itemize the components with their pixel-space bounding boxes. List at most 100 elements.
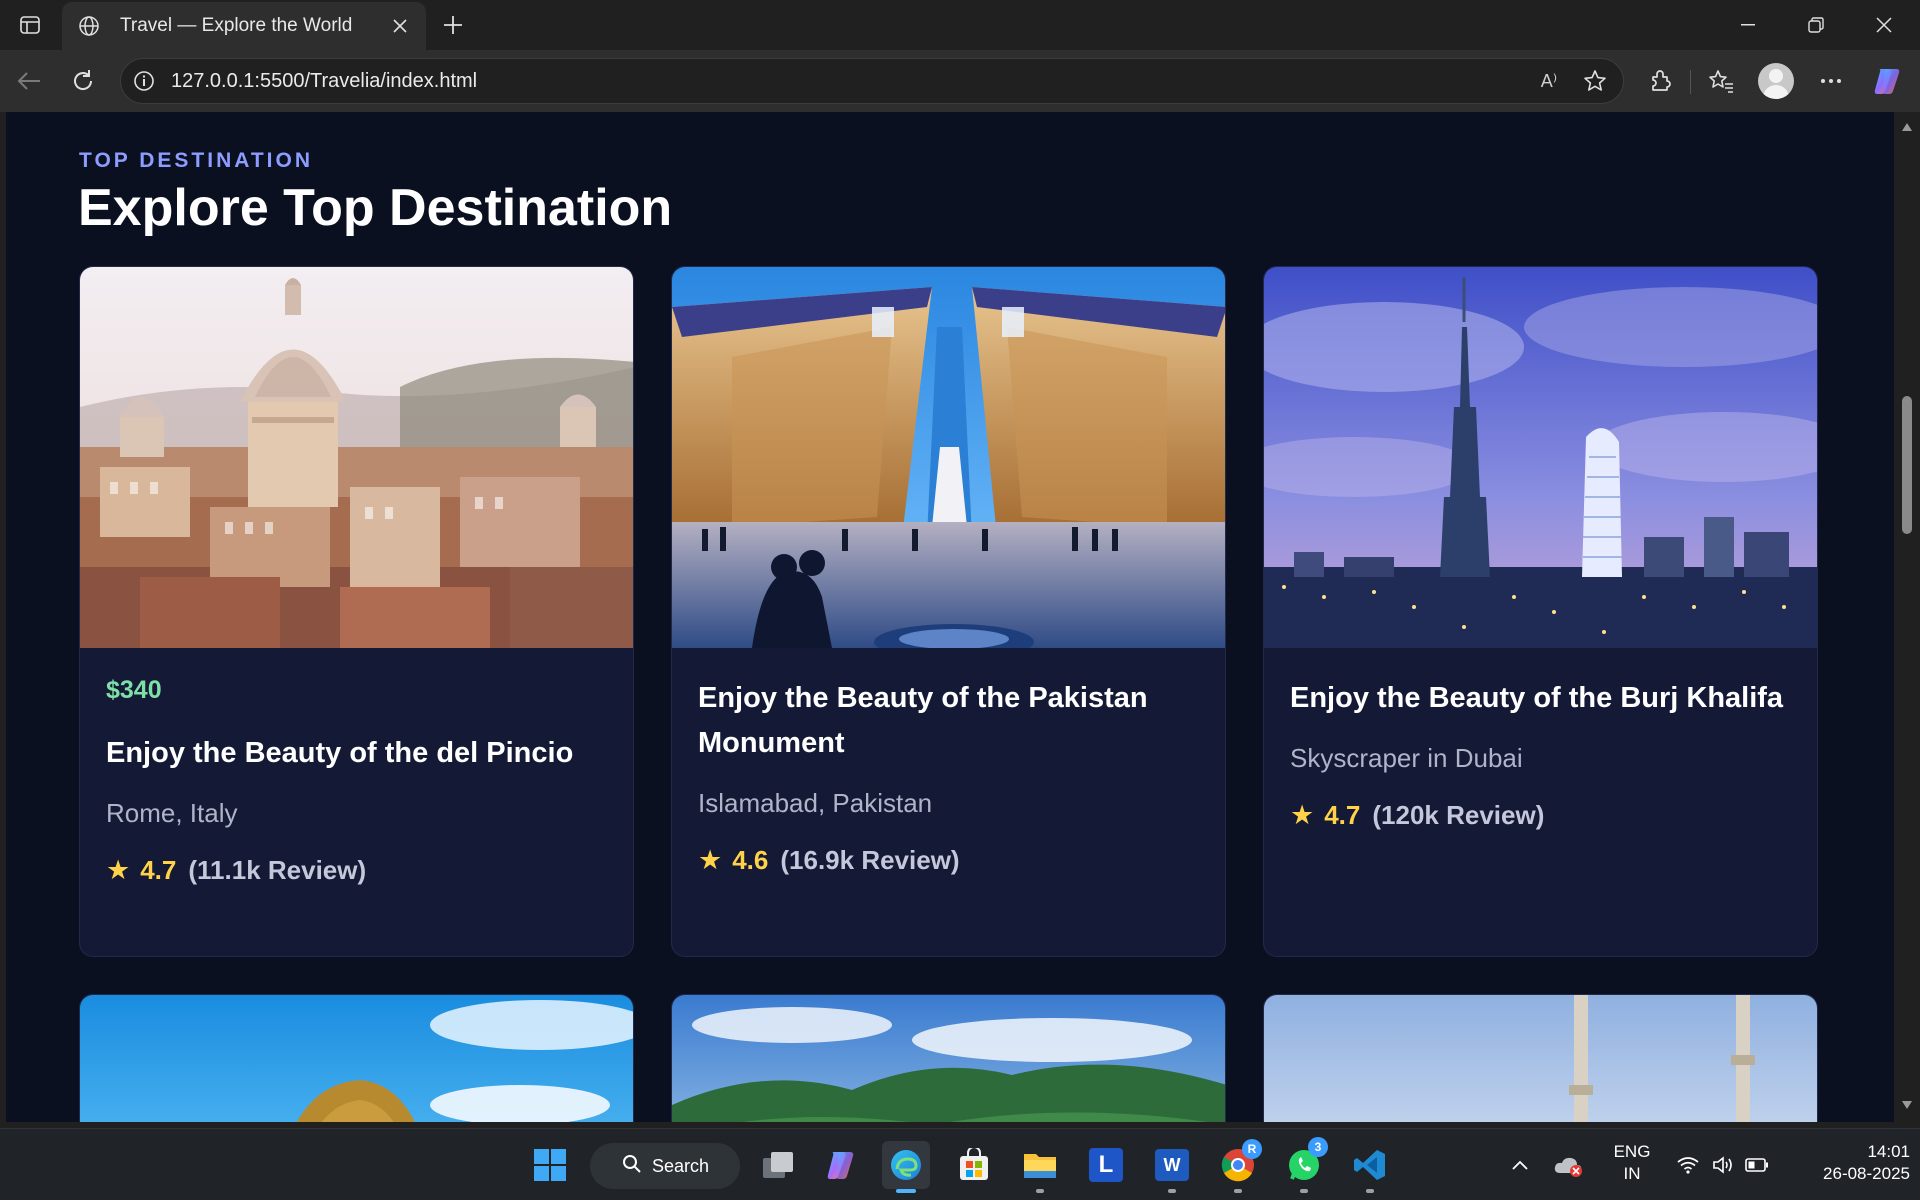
star-icon: ★ bbox=[106, 855, 131, 885]
active-indicator bbox=[896, 1189, 916, 1193]
scroll-down-icon[interactable] bbox=[1900, 1098, 1914, 1112]
windows-taskbar: Search L W R 3 ENG IN 14:01 26-08-2025 bbox=[0, 1128, 1920, 1200]
avatar-head bbox=[1769, 69, 1783, 83]
task-view-icon[interactable] bbox=[754, 1141, 802, 1189]
card-location: Rome, Italy bbox=[106, 798, 238, 828]
restore-icon[interactable] bbox=[1782, 0, 1850, 50]
rating-score: 4.7 bbox=[1324, 800, 1361, 830]
onedrive-error-icon[interactable] bbox=[1548, 1141, 1588, 1189]
section-title: Explore Top Destination bbox=[78, 179, 673, 237]
taskbar-search[interactable]: Search bbox=[590, 1143, 740, 1189]
launcher-app-letter: L bbox=[1089, 1148, 1123, 1182]
rating-score: 4.6 bbox=[732, 845, 769, 875]
rating-reviews: (16.9k Review) bbox=[780, 845, 960, 875]
card-location: Islamabad, Pakistan bbox=[698, 788, 933, 818]
whatsapp-icon[interactable]: 3 bbox=[1280, 1137, 1328, 1193]
wifi-icon[interactable] bbox=[1670, 1141, 1706, 1189]
scroll-thumb[interactable] bbox=[1902, 396, 1912, 534]
url-text[interactable]: 127.0.0.1:5500/Travelia/index.html bbox=[171, 70, 1533, 93]
card-rating: ★ 4.7 (120k Review) bbox=[1290, 800, 1791, 831]
profile-avatar[interactable] bbox=[1758, 63, 1794, 99]
search-label: Search bbox=[652, 1155, 710, 1176]
favorite-star-icon[interactable] bbox=[1579, 65, 1611, 97]
volume-icon[interactable] bbox=[1706, 1141, 1740, 1189]
vscode-icon[interactable] bbox=[1346, 1141, 1394, 1193]
windows-start-icon[interactable] bbox=[526, 1141, 574, 1189]
card-body: Enjoy the Beauty of the Pakistan Monumen… bbox=[672, 648, 1225, 876]
site-info-icon[interactable] bbox=[131, 68, 157, 94]
running-indicator bbox=[1366, 1189, 1374, 1193]
refresh-icon[interactable] bbox=[66, 64, 100, 98]
page-viewport: TOP DESTINATION Explore Top Destination bbox=[6, 112, 1894, 1122]
launcher-app-icon[interactable]: L bbox=[1082, 1141, 1130, 1189]
word-icon[interactable]: W bbox=[1148, 1141, 1196, 1193]
sky-dome-image bbox=[80, 995, 633, 1122]
address-bar[interactable]: 127.0.0.1:5500/Travelia/index.html A⁾ bbox=[120, 58, 1624, 104]
pakistan-monument-image bbox=[672, 267, 1225, 648]
sidebar-toggle-icon[interactable] bbox=[16, 12, 44, 38]
running-indicator bbox=[1300, 1189, 1308, 1193]
browser-toolbar: 127.0.0.1:5500/Travelia/index.html A⁾ bbox=[0, 50, 1920, 112]
minimize-icon[interactable] bbox=[1714, 0, 1782, 50]
whatsapp-unread-badge: 3 bbox=[1308, 1137, 1328, 1157]
tab-title: Travel — Explore the World bbox=[120, 15, 353, 36]
card-title[interactable]: Enjoy the Beauty of the del Pincio bbox=[106, 731, 607, 776]
file-explorer-icon[interactable] bbox=[1016, 1141, 1064, 1193]
rating-reviews: (120k Review) bbox=[1372, 800, 1545, 830]
word-letter: W bbox=[1155, 1149, 1189, 1181]
browser-titlebar: Travel — Explore the World bbox=[0, 0, 1920, 50]
card-body: Enjoy the Beauty of the Burj Khalifa Sky… bbox=[1264, 648, 1817, 831]
extensions-icon[interactable] bbox=[1644, 64, 1678, 98]
new-tab-icon[interactable] bbox=[438, 10, 468, 40]
battery-icon[interactable] bbox=[1740, 1141, 1774, 1189]
section-eyebrow: TOP DESTINATION bbox=[79, 149, 314, 172]
scroll-up-icon[interactable] bbox=[1900, 120, 1914, 134]
rating-score: 4.7 bbox=[140, 855, 177, 885]
rating-reviews: (11.1k Review) bbox=[188, 855, 367, 885]
avatar-body bbox=[1763, 85, 1789, 99]
show-hidden-icons-icon[interactable] bbox=[1502, 1141, 1538, 1189]
destination-card-row2-1[interactable] bbox=[79, 994, 634, 1122]
card-title[interactable]: Enjoy the Beauty of the Pakistan Monumen… bbox=[698, 676, 1199, 766]
chrome-icon[interactable]: R bbox=[1214, 1139, 1262, 1193]
copilot-icon[interactable] bbox=[1870, 64, 1904, 98]
back-arrow-icon[interactable] bbox=[12, 64, 46, 98]
microsoft-store-icon[interactable] bbox=[950, 1141, 998, 1189]
card-rating: ★ 4.7 (11.1k Review) bbox=[106, 855, 607, 886]
edge-browser-icon[interactable] bbox=[882, 1141, 930, 1193]
running-indicator bbox=[1168, 1189, 1176, 1193]
destination-card-row2-2[interactable] bbox=[671, 994, 1226, 1122]
star-icon: ★ bbox=[1290, 800, 1315, 830]
destination-card-pakistan-monument[interactable]: Enjoy the Beauty of the Pakistan Monumen… bbox=[671, 266, 1226, 957]
read-aloud-icon[interactable]: A⁾ bbox=[1533, 65, 1565, 97]
destination-card-burj-khalifa[interactable]: Enjoy the Beauty of the Burj Khalifa Sky… bbox=[1263, 266, 1818, 957]
favorites-icon[interactable] bbox=[1704, 64, 1738, 98]
page-scrollbar[interactable] bbox=[1894, 112, 1920, 1122]
close-tab-icon[interactable] bbox=[386, 12, 414, 40]
card-title[interactable]: Enjoy the Beauty of the Burj Khalifa bbox=[1290, 676, 1791, 721]
card-location: Skyscraper in Dubai bbox=[1290, 743, 1523, 773]
close-window-icon[interactable] bbox=[1850, 0, 1918, 50]
destination-card-row2-3[interactable] bbox=[1263, 994, 1818, 1122]
green-hills-image bbox=[672, 995, 1225, 1122]
search-icon bbox=[622, 1154, 642, 1179]
language-indicator[interactable]: ENG IN bbox=[1606, 1141, 1658, 1185]
clock-time: 14:01 bbox=[1867, 1142, 1910, 1161]
copilot-taskbar-icon[interactable] bbox=[816, 1141, 864, 1189]
card-rating: ★ 4.6 (16.9k Review) bbox=[698, 845, 1199, 876]
toolbar-divider bbox=[1690, 70, 1691, 94]
language-code: ENG bbox=[1613, 1142, 1651, 1161]
running-indicator bbox=[1234, 1189, 1242, 1193]
browser-tab[interactable]: Travel — Explore the World bbox=[62, 2, 426, 50]
running-indicator bbox=[1036, 1189, 1044, 1193]
language-region: IN bbox=[1623, 1164, 1641, 1183]
chrome-profile-badge: R bbox=[1242, 1139, 1262, 1159]
more-options-icon[interactable] bbox=[1814, 64, 1848, 98]
clock-date: 26-08-2025 bbox=[1823, 1164, 1910, 1183]
rome-cityscape-image bbox=[80, 267, 633, 648]
card-price: $340 bbox=[106, 676, 162, 704]
card-body: $340 Enjoy the Beauty of the del Pincio … bbox=[80, 648, 633, 886]
destination-card-rome[interactable]: $340 Enjoy the Beauty of the del Pincio … bbox=[79, 266, 634, 957]
clock[interactable]: 14:01 26-08-2025 bbox=[1790, 1141, 1910, 1185]
star-icon: ★ bbox=[698, 845, 723, 875]
